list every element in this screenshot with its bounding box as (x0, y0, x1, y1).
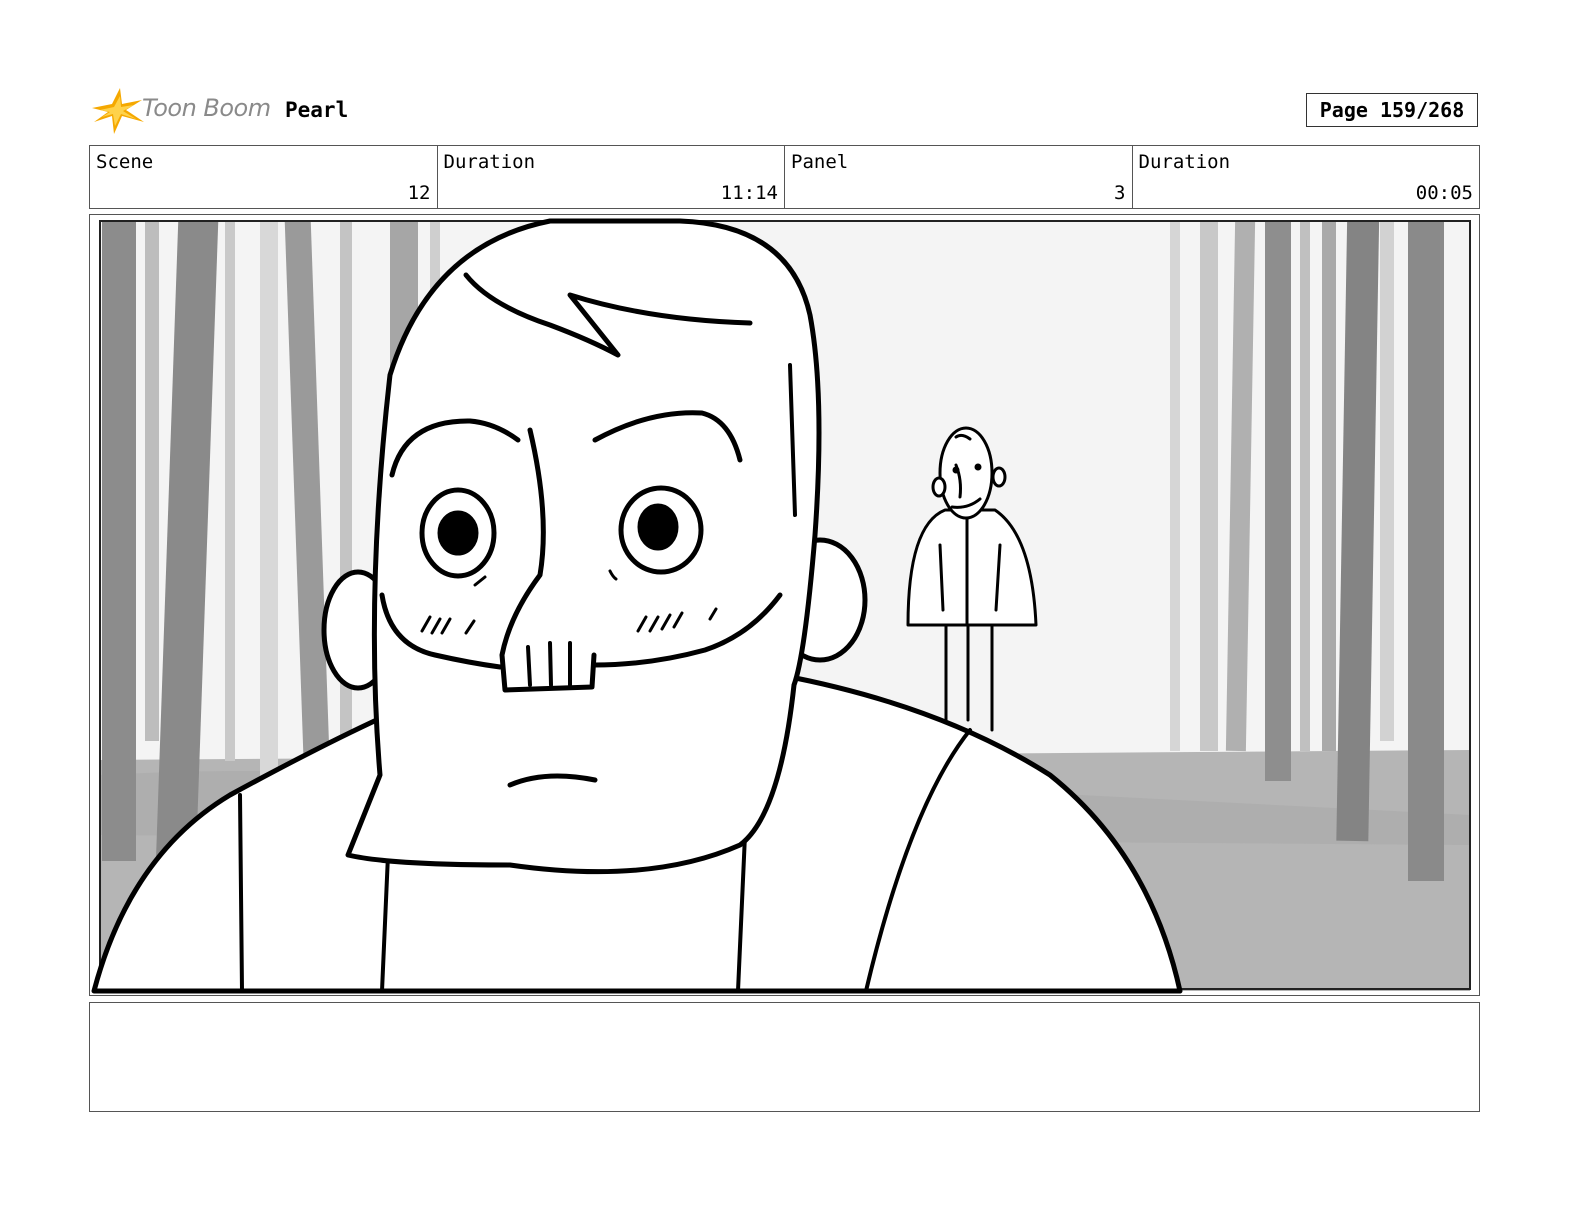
starburst-icon (92, 88, 144, 134)
panel-info-row: Scene 12 Duration 11:14 Panel 3 Duration… (89, 145, 1480, 209)
project-title: Pearl (285, 98, 349, 122)
scene-label: Scene (96, 151, 154, 173)
scene-value: 12 (407, 182, 431, 204)
panel-duration-label: Duration (1138, 151, 1231, 173)
storyboard-drawing (91, 218, 1471, 994)
toon-boom-logo: Toon Boom (90, 86, 271, 136)
panel-value: 3 (1114, 182, 1126, 204)
notes-box (89, 1002, 1480, 1112)
page-indicator: Page 159/268 (1306, 93, 1478, 127)
scene-cell: Scene 12 (90, 146, 438, 208)
scene-duration-label: Duration (443, 151, 536, 173)
panel-cell: Panel 3 (785, 146, 1133, 208)
scene-duration-value: 11:14 (720, 182, 778, 204)
logo-text: Toon Boom (142, 94, 271, 122)
panel-duration-value: 00:05 (1415, 182, 1473, 204)
storyboard-panel (89, 214, 1480, 996)
scene-duration-cell: Duration 11:14 (438, 146, 785, 208)
panel-label: Panel (791, 151, 849, 173)
panel-duration-cell: Duration 00:05 (1133, 146, 1480, 208)
